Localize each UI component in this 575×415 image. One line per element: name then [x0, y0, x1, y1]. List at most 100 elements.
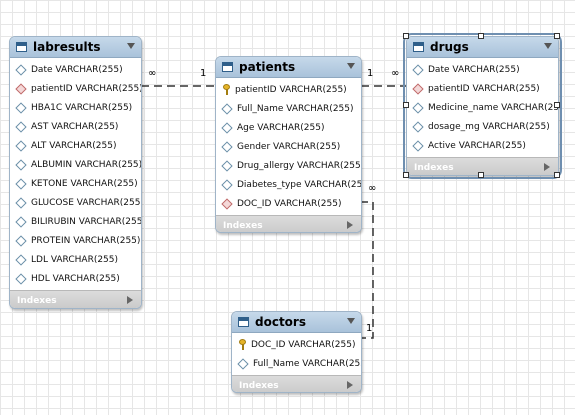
column-icon — [221, 102, 233, 115]
resize-handle[interactable] — [478, 172, 484, 178]
column-row[interactable]: Diabetes_type VARCHAR(255) — [216, 175, 361, 194]
table-name: labresults — [33, 40, 101, 54]
column-row[interactable]: AST VARCHAR(255) — [10, 117, 141, 136]
column-icon — [221, 159, 233, 172]
table-icon — [222, 62, 233, 72]
column-row[interactable]: HDL VARCHAR(255) — [10, 269, 141, 288]
column-row[interactable]: patientID VARCHAR(255) — [216, 80, 361, 99]
expand-arrow-icon[interactable] — [544, 163, 550, 171]
resize-handle[interactable] — [403, 33, 409, 39]
column-label: Full_Name VARCHAR(255) — [253, 358, 362, 369]
column-row[interactable]: ALT VARCHAR(255) — [10, 136, 141, 155]
column-icon — [221, 178, 233, 191]
column-icon — [15, 101, 27, 114]
column-row[interactable]: Gender VARCHAR(255) — [216, 137, 361, 156]
table-doctors[interactable]: doctors DOC_ID VARCHAR(255) Full_Name VA… — [231, 311, 362, 393]
expand-arrow-icon[interactable] — [347, 381, 353, 389]
column-row[interactable]: Full_Name VARCHAR(255) — [232, 354, 361, 373]
column-row[interactable]: HBA1C VARCHAR(255) — [10, 98, 141, 117]
table-header[interactable]: drugs — [407, 37, 558, 58]
column-label: dosage_mg VARCHAR(255) — [428, 121, 550, 132]
collapse-caret-icon[interactable] — [544, 43, 552, 49]
column-icon — [412, 120, 424, 133]
column-row[interactable]: ALBUMIN VARCHAR(255) — [10, 155, 141, 174]
collapse-caret-icon[interactable] — [347, 318, 355, 324]
column-list: DOC_ID VARCHAR(255) Full_Name VARCHAR(25… — [232, 333, 361, 375]
indexes-section[interactable]: Indexes — [10, 290, 141, 308]
column-row[interactable]: Age VARCHAR(255) — [216, 118, 361, 137]
column-icon — [15, 120, 27, 133]
collapse-caret-icon[interactable] — [347, 63, 355, 69]
column-row[interactable]: patientID VARCHAR(255) — [407, 79, 558, 98]
column-label: ALT VARCHAR(255) — [31, 140, 117, 151]
column-icon — [15, 272, 27, 285]
expand-arrow-icon[interactable] — [127, 296, 133, 304]
table-icon — [16, 42, 27, 52]
column-label: PROTEIN VARCHAR(255) — [31, 235, 141, 246]
column-row[interactable]: Drug_allergy VARCHAR(255) — [216, 156, 361, 175]
column-row[interactable]: Date VARCHAR(255) — [407, 60, 558, 79]
indexes-section[interactable]: Indexes — [232, 375, 361, 392]
table-header[interactable]: patients — [216, 57, 361, 78]
column-label: Full_Name VARCHAR(255) — [237, 103, 354, 114]
column-row[interactable]: GLUCOSE VARCHAR(255) — [10, 193, 141, 212]
column-icon — [15, 196, 27, 209]
column-row[interactable]: PROTEIN VARCHAR(255) — [10, 231, 141, 250]
table-name: doctors — [255, 315, 306, 329]
column-label: KETONE VARCHAR(255) — [31, 178, 138, 189]
column-icon — [15, 177, 27, 190]
cardinality-label: ∞ — [148, 68, 157, 79]
table-header[interactable]: doctors — [232, 312, 361, 333]
table-name: patients — [239, 60, 296, 74]
resize-handle[interactable] — [403, 172, 409, 178]
column-list: Date VARCHAR(255) patientID VARCHAR(255)… — [407, 58, 558, 157]
expand-arrow-icon[interactable] — [347, 221, 353, 229]
resize-handle[interactable] — [403, 102, 409, 108]
cardinality-label: ∞ — [368, 183, 377, 194]
column-row[interactable]: patientID VARCHAR(255) — [10, 79, 141, 98]
foreign-key-icon — [221, 197, 233, 210]
column-label: ALBUMIN VARCHAR(255) — [31, 159, 142, 170]
resize-handle[interactable] — [554, 102, 560, 108]
column-label: LDL VARCHAR(255) — [31, 254, 119, 265]
column-icon — [237, 357, 249, 370]
cardinality-label: 1 — [367, 68, 374, 79]
column-row[interactable]: DOC_ID VARCHAR(255) — [216, 194, 361, 213]
column-label: GLUCOSE VARCHAR(255) — [31, 197, 142, 208]
diagram-canvas[interactable]: ∞ 1 1 ∞ ∞ 1 labresults Date VARCHAR(255)… — [0, 0, 575, 415]
column-label: DOC_ID VARCHAR(255) — [251, 339, 356, 350]
indexes-label: Indexes — [17, 295, 57, 306]
indexes-label: Indexes — [239, 380, 279, 391]
table-labresults[interactable]: labresults Date VARCHAR(255) patientID V… — [9, 36, 142, 309]
resize-handle[interactable] — [554, 172, 560, 178]
column-label: patientID VARCHAR(255) — [31, 83, 142, 94]
primary-key-icon — [239, 339, 246, 350]
column-label: Diabetes_type VARCHAR(255) — [237, 179, 362, 190]
column-label: HDL VARCHAR(255) — [31, 273, 120, 284]
indexes-section[interactable]: Indexes — [216, 215, 361, 232]
column-row[interactable]: Full_Name VARCHAR(255) — [216, 99, 361, 118]
foreign-key-icon — [15, 82, 27, 95]
column-row[interactable]: KETONE VARCHAR(255) — [10, 174, 141, 193]
resize-handle[interactable] — [478, 33, 484, 39]
column-label: Date VARCHAR(255) — [428, 64, 520, 75]
column-label: DOC_ID VARCHAR(255) — [237, 198, 342, 209]
table-drugs[interactable]: drugs Date VARCHAR(255) patientID VARCHA… — [403, 33, 562, 179]
column-row[interactable]: LDL VARCHAR(255) — [10, 250, 141, 269]
table-patients[interactable]: patients patientID VARCHAR(255) Full_Nam… — [215, 56, 362, 233]
column-row[interactable]: Active VARCHAR(255) — [407, 136, 558, 155]
resize-handle[interactable] — [554, 33, 560, 39]
column-row[interactable]: BILIRUBIN VARCHAR(255) — [10, 212, 141, 231]
table-header[interactable]: labresults — [10, 37, 141, 58]
column-label: HBA1C VARCHAR(255) — [31, 102, 133, 113]
column-label: Date VARCHAR(255) — [31, 64, 123, 75]
column-icon — [15, 234, 27, 247]
column-row[interactable]: Date VARCHAR(255) — [10, 60, 141, 79]
column-icon — [15, 215, 27, 228]
column-label: patientID VARCHAR(255) — [428, 83, 540, 94]
collapse-caret-icon[interactable] — [127, 43, 135, 49]
column-row[interactable]: dosage_mg VARCHAR(255) — [407, 117, 558, 136]
column-label: patientID VARCHAR(255) — [235, 84, 347, 95]
column-row[interactable]: Medicine_name VARCHAR(255) — [407, 98, 558, 117]
column-row[interactable]: DOC_ID VARCHAR(255) — [232, 335, 361, 354]
